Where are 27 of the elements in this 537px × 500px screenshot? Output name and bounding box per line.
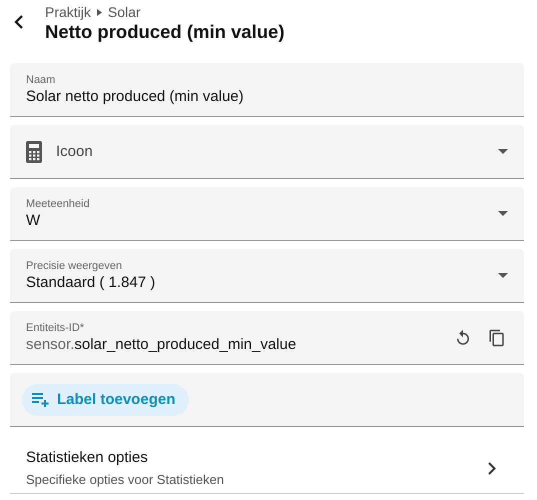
item-subtitle: Specifieke opties voor Statistieken (26, 472, 225, 487)
field-value: sensor.solar_netto_produced_min_value (26, 336, 298, 353)
entity-id-field[interactable]: Entiteits-ID* sensor.solar_netto_produced_min_value (10, 311, 524, 365)
dropdown-caret-icon[interactable] (498, 211, 508, 216)
field-value: Solar netto produced (min value) (26, 88, 245, 105)
breadcrumb-arrow-icon (96, 8, 102, 16)
field-label: Precisie weergeven (26, 260, 123, 272)
dropdown-caret-icon[interactable] (498, 149, 508, 154)
breadcrumb-item[interactable]: Solar (108, 4, 141, 20)
dropdown-caret-icon[interactable] (498, 273, 508, 278)
field-placeholder: Icoon (56, 143, 94, 160)
statistics-options-item[interactable]: Statistieken opties Specifieke opties voor Statistieken (10, 435, 524, 494)
breadcrumb-item[interactable]: Praktijk (45, 4, 91, 20)
field-label: Naam (26, 74, 56, 86)
icon-select-field[interactable]: Icoon (10, 125, 524, 179)
select-field[interactable]: Meeteenheid W (10, 187, 524, 241)
field-label: Entiteits-ID* (26, 322, 86, 334)
field-value: Standaard ( 1.847 ) (26, 274, 156, 291)
field-value: W (26, 212, 42, 229)
select-field[interactable]: Precisie weergeven Standaard ( 1.847 ) (10, 249, 524, 303)
field-label: Meeteenheid (26, 198, 91, 210)
page-title: Netto produced (min value) (45, 21, 284, 43)
name-field[interactable]: Naam Solar netto produced (min value) (10, 63, 524, 117)
item-title: Statistieken opties (26, 449, 149, 466)
calculator-icon (26, 140, 42, 162)
chevron-right-icon (488, 462, 496, 474)
playlist-add-icon (32, 392, 51, 406)
